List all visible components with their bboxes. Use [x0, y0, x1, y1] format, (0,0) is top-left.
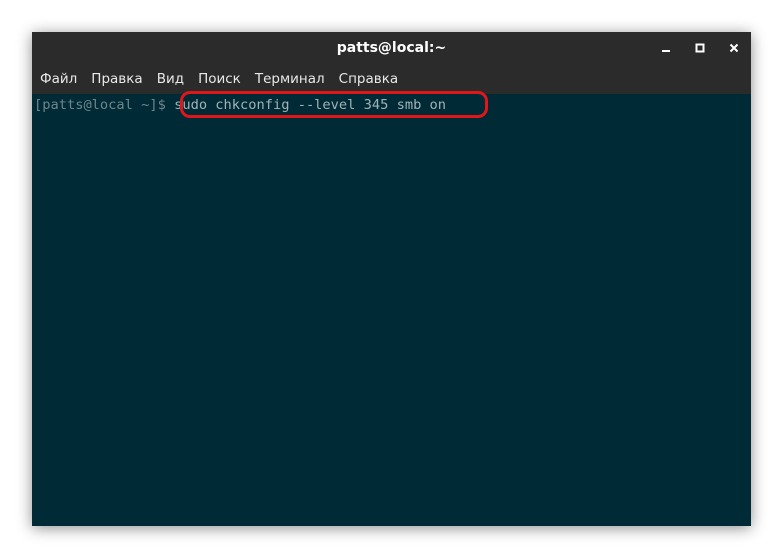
window-controls — [649, 32, 751, 64]
menu-terminal[interactable]: Терминал — [248, 64, 332, 94]
menu-search[interactable]: Поиск — [191, 64, 248, 94]
maximize-button[interactable] — [683, 32, 717, 64]
menu-view[interactable]: Вид — [150, 64, 191, 94]
menu-file[interactable]: Файл — [32, 64, 84, 94]
maximize-icon — [695, 43, 705, 53]
minimize-icon — [662, 50, 670, 52]
typed-command: sudo chkconfig --level 345 smb on — [174, 97, 447, 113]
window-title: patts@local:~ — [336, 40, 447, 56]
close-button[interactable] — [717, 32, 751, 64]
close-icon — [729, 43, 739, 53]
command-line: [patts@local ~]$ sudo chkconfig --level … — [34, 95, 446, 115]
shell-prompt: [patts@local ~]$ — [34, 97, 175, 113]
title-bar[interactable]: patts@local:~ — [32, 32, 751, 64]
menu-edit[interactable]: Правка — [84, 64, 149, 94]
minimize-button[interactable] — [649, 32, 683, 64]
terminal-area[interactable]: [patts@local ~]$ sudo chkconfig --level … — [32, 91, 751, 526]
menu-bar: Файл Правка Вид Поиск Терминал Справка — [32, 64, 751, 94]
terminal-window: patts@local:~ Файл Правка Вид Поиск Терм… — [32, 32, 751, 526]
menu-help[interactable]: Справка — [332, 64, 405, 94]
